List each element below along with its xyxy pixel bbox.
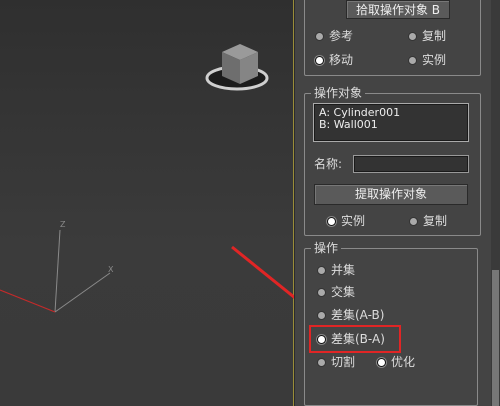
axis-tripod: Z X [0, 220, 114, 313]
reference-label: 参考 [329, 29, 354, 43]
union-label: 并集 [331, 263, 356, 277]
cut-label: 切割 [331, 355, 356, 369]
radio-dot-selected-icon [328, 217, 335, 225]
radio-dot-icon [409, 56, 416, 64]
view-cube-icon[interactable] [205, 44, 269, 91]
radio-dot-icon [316, 32, 323, 40]
subtraction-a-b-radio[interactable]: 差集(A-B) [318, 308, 384, 322]
move-radio[interactable]: 移动 [316, 53, 353, 67]
highlight-box [309, 325, 401, 353]
radio-dot-icon [318, 266, 325, 274]
annotation-arrow [231, 245, 294, 300]
cut-radio[interactable]: 切割 [318, 355, 355, 369]
radio-dot-icon [409, 32, 416, 40]
operation-title: 操作 [311, 241, 342, 255]
instance-label: 实例 [422, 53, 447, 67]
extract-operand-button[interactable]: 提取操作对象 [314, 184, 468, 205]
reference-radio[interactable]: 参考 [316, 29, 353, 43]
radio-dot-selected-icon [378, 358, 385, 366]
radio-dot-icon [318, 358, 325, 366]
viewport-canvas: Z X [0, 44, 294, 313]
subtraction-a-b-label: 差集(A-B) [331, 308, 385, 322]
name-label: 名称: [314, 157, 343, 171]
extract-copy-radio[interactable]: 复制 [410, 214, 447, 228]
instance-radio[interactable]: 实例 [409, 53, 446, 67]
panel-scrollbar-thumb[interactable] [492, 270, 499, 406]
z-axis-label: Z [60, 220, 66, 229]
pick-operand-b-button[interactable]: 拾取操作对象 B [346, 0, 450, 19]
optimize-radio[interactable]: 优化 [378, 355, 415, 369]
extract-copy-label: 复制 [423, 214, 448, 228]
union-radio[interactable]: 并集 [318, 263, 355, 277]
move-label: 移动 [329, 53, 354, 67]
extract-instance-radio[interactable]: 实例 [328, 214, 365, 228]
name-field[interactable] [354, 156, 468, 172]
radio-dot-icon [318, 311, 325, 319]
3d-viewport[interactable]: Z X [0, 0, 294, 406]
intersection-label: 交集 [331, 285, 356, 299]
extract-instance-label: 实例 [341, 214, 366, 228]
copy-label: 复制 [422, 29, 447, 43]
x-axis-label: X [108, 265, 114, 274]
radio-dot-icon [318, 288, 325, 296]
operand-b-item[interactable]: B: Wall001 [319, 119, 463, 131]
radio-dot-icon [410, 217, 417, 225]
radio-dot-selected-icon [316, 56, 323, 64]
operands-title: 操作对象 [311, 86, 366, 100]
operands-list[interactable]: A: Cylinder001 B: Wall001 [314, 104, 468, 141]
intersection-radio[interactable]: 交集 [318, 285, 355, 299]
optimize-label: 优化 [391, 355, 416, 369]
copy-radio[interactable]: 复制 [409, 29, 446, 43]
